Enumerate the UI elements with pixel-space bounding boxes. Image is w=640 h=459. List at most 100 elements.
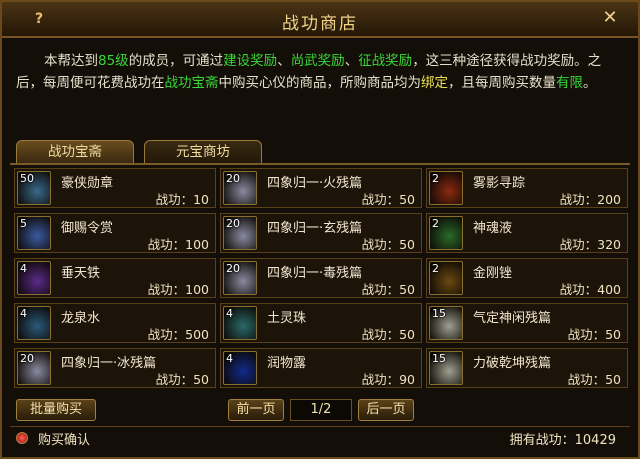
scroll-icon[interactable]: 20 xyxy=(223,171,257,205)
item-price: 战功：100 xyxy=(147,237,209,252)
item-price: 战功：50 xyxy=(361,237,415,252)
page-indicator: 1/2 xyxy=(290,399,352,421)
desc-text-5: ，且每周购买数量 xyxy=(448,75,556,91)
item-name: 四象归一·火残篇 xyxy=(267,176,363,191)
prev-page-button[interactable]: 前一页 xyxy=(228,399,284,421)
shop-item[interactable]: 20 四象归一·火残篇 战功：50 xyxy=(220,168,422,208)
item-quantity: 2 xyxy=(432,262,439,275)
close-icon[interactable]: ✕ xyxy=(600,8,620,28)
item-price: 战功：100 xyxy=(147,282,209,297)
owned-merit: 拥有战功：10429 xyxy=(509,433,616,448)
scroll-icon[interactable]: 20 xyxy=(223,216,257,250)
item-price: 战功：50 xyxy=(567,327,621,342)
desc-text-1: 本帮达到 xyxy=(44,53,98,69)
item-name: 力破乾坤残篇 xyxy=(473,356,552,371)
item-quantity: 20 xyxy=(226,262,240,275)
scroll-icon[interactable]: 20 xyxy=(223,261,257,295)
file-tool-icon[interactable]: 2 xyxy=(429,261,463,295)
desc-reward-build: 建设奖励 xyxy=(223,53,278,69)
desc-reward-martial: 尚武奖励 xyxy=(290,53,345,69)
decree-icon[interactable]: 5 xyxy=(17,216,51,250)
war-merit-shop-window: ? 战功商店 ✕ 本帮达到85级的成员，可通过建设奖励、尚武奖励、征战奖励，这三… xyxy=(0,0,640,459)
medal-icon[interactable]: 50 xyxy=(17,171,51,205)
shop-item[interactable]: 2 雾影寻踪战功：200 xyxy=(426,168,628,208)
desc-sep-2: 、 xyxy=(344,53,359,69)
item-price: 战功：50 xyxy=(567,372,621,387)
scroll-icon[interactable]: 20 xyxy=(17,351,51,385)
item-quantity: 50 xyxy=(20,172,34,185)
desc-sep-1: 、 xyxy=(277,53,291,69)
item-price: 战功：50 xyxy=(361,282,415,297)
item-quantity: 20 xyxy=(20,352,34,365)
water-bowl-icon[interactable]: 4 xyxy=(17,306,51,340)
tab-ingot-shop[interactable]: 元宝商坊 xyxy=(144,140,262,164)
window-title: 战功商店 xyxy=(282,14,358,34)
item-price: 战功：320 xyxy=(559,237,621,252)
item-name: 垂天铁 xyxy=(61,266,101,281)
item-quantity: 2 xyxy=(432,172,439,185)
desc-text-2: 的成员，可通过 xyxy=(128,53,224,69)
bulk-buy-button[interactable]: 批量购买 xyxy=(16,399,96,421)
shop-item[interactable]: 5 御赐令赏战功：100 xyxy=(14,213,216,253)
item-quantity: 4 xyxy=(20,307,27,320)
item-name: 金刚锉 xyxy=(473,266,513,281)
desc-text-4: 中购买心仪的商品，所购商品均为 xyxy=(218,75,422,91)
shop-item[interactable]: 4 垂天铁战功：100 xyxy=(14,258,216,298)
shop-item[interactable]: 20 四象归一·玄残篇 战功：50 xyxy=(220,213,422,253)
item-price: 战功：400 xyxy=(559,282,621,297)
item-name: 御赐令赏 xyxy=(61,221,114,236)
shop-item[interactable]: 4 润物露战功：90 xyxy=(220,348,422,388)
purchase-confirm-label: 购买确认 xyxy=(38,433,91,448)
desc-text-6: 。 xyxy=(583,75,597,91)
item-name: 四象归一·冰残篇 xyxy=(61,356,157,371)
shop-item[interactable]: 2 神魂液战功：320 xyxy=(426,213,628,253)
item-name: 四象归一·玄残篇 xyxy=(267,221,363,236)
shop-item[interactable]: 15 气定神闲残篇 战功：50 xyxy=(426,303,628,343)
item-price: 战功：50 xyxy=(361,327,415,342)
item-name: 气定神闲残篇 xyxy=(473,311,552,326)
shop-item[interactable]: 4 土灵珠 战功：50 xyxy=(220,303,422,343)
footer-divider xyxy=(10,426,630,427)
title-bar[interactable]: ? 战功商店 ✕ xyxy=(2,2,638,38)
item-quantity: 15 xyxy=(432,352,446,365)
shop-item[interactable]: 15 力破乾坤残篇 战功：50 xyxy=(426,348,628,388)
shop-item[interactable]: 4 龙泉水 战功：500 xyxy=(14,303,216,343)
item-quantity: 15 xyxy=(432,307,446,320)
item-name: 神魂液 xyxy=(473,221,513,236)
blue-flame-icon[interactable]: 4 xyxy=(223,351,257,385)
potion-icon[interactable]: 2 xyxy=(429,216,463,250)
compass-icon[interactable]: 2 xyxy=(429,171,463,205)
item-quantity: 5 xyxy=(20,217,27,230)
item-price: 战功：50 xyxy=(361,192,415,207)
item-name: 润物露 xyxy=(267,356,307,371)
item-price: 战功：200 xyxy=(559,192,621,207)
item-price: 战功：90 xyxy=(361,372,415,387)
item-grid: 50 豪侠勋章 战功：10 20 四象归一·火残篇 战功：50 2 雾影寻踪 战功：200 5 御赐… xyxy=(14,168,630,390)
scroll-icon[interactable]: 15 xyxy=(429,306,463,340)
item-quantity: 20 xyxy=(226,172,240,185)
iron-icon[interactable]: 4 xyxy=(17,261,51,295)
item-quantity: 4 xyxy=(226,352,233,365)
item-price: 战功：500 xyxy=(147,327,209,342)
item-quantity: 20 xyxy=(226,217,240,230)
item-quantity: 2 xyxy=(432,217,439,230)
shop-item[interactable]: 2 金刚锉战功：400 xyxy=(426,258,628,298)
item-quantity: 4 xyxy=(226,307,233,320)
radio-icon[interactable] xyxy=(16,432,28,444)
pearl-icon[interactable]: 4 xyxy=(223,306,257,340)
shop-description: 本帮达到85级的成员，可通过建设奖励、尚武奖励、征战奖励，这三种途径获得战功奖励… xyxy=(16,50,626,126)
shop-item[interactable]: 20 四象归一·冰残篇 战功：50 xyxy=(14,348,216,388)
next-page-button[interactable]: 后一页 xyxy=(358,399,414,421)
scroll-icon[interactable]: 15 xyxy=(429,351,463,385)
shop-item[interactable]: 20 四象归一·毒残篇 战功：50 xyxy=(220,258,422,298)
shop-item[interactable]: 50 豪侠勋章 战功：10 xyxy=(14,168,216,208)
item-name: 四象归一·毒残篇 xyxy=(267,266,363,281)
item-name: 雾影寻踪 xyxy=(473,176,526,191)
item-price: 战功：50 xyxy=(155,372,209,387)
desc-level: 85级 xyxy=(98,53,129,69)
desc-reward-battle: 征战奖励 xyxy=(358,53,413,69)
item-name: 豪侠勋章 xyxy=(61,176,114,191)
desc-bound: 绑定 xyxy=(421,75,448,91)
tab-war-merit-shop[interactable]: 战功宝斋 xyxy=(16,140,134,164)
item-quantity: 4 xyxy=(20,262,27,275)
